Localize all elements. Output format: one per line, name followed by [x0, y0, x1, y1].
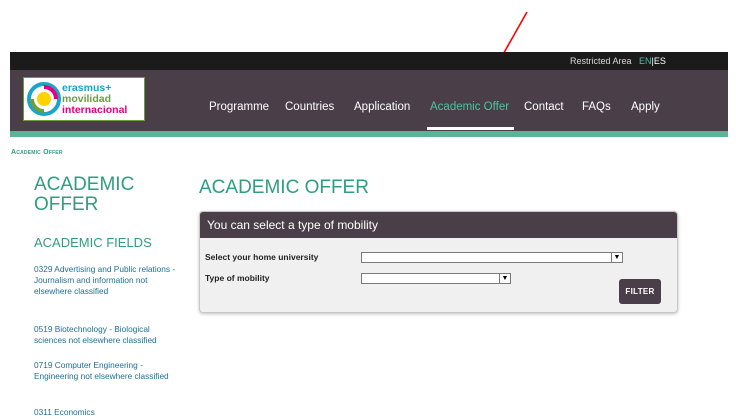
logo-line-internacional: internacional — [62, 104, 128, 116]
restricted-area-link[interactable]: Restricted Area — [570, 56, 632, 66]
page-title: ACADEMIC OFFER — [199, 177, 369, 198]
chevron-down-icon: ▼ — [611, 253, 622, 262]
site-logo[interactable]: erasmus+ movilidad internacional — [23, 77, 145, 121]
nav-faqs[interactable]: FAQs — [582, 101, 611, 113]
site-header: erasmus+ movilidad internacional Program… — [10, 70, 728, 131]
home-university-label: Select your home university — [205, 252, 319, 262]
filter-button[interactable]: FILTER — [619, 279, 661, 304]
filter-panel-title: You can select a type of mobility — [207, 218, 378, 232]
nav-contact[interactable]: Contact — [524, 101, 564, 113]
nav-application[interactable]: Application — [354, 101, 410, 113]
filter-panel-header: You can select a type of mobility — [200, 212, 677, 238]
mobility-type-select[interactable]: ▼ — [361, 273, 511, 284]
active-nav-indicator — [427, 127, 514, 130]
language-switcher: EN|ES — [639, 56, 666, 66]
nav-countries[interactable]: Countries — [285, 101, 334, 113]
sidebar-item-economics[interactable]: 0311 Economics — [34, 407, 182, 418]
breadcrumb: Academic Offer — [11, 149, 63, 156]
sidebar-item-biotechnology[interactable]: 0519 Biotechnology - Biological sciences… — [34, 324, 182, 346]
nav-programme[interactable]: Programme — [209, 101, 269, 113]
home-university-select[interactable]: ▼ — [361, 252, 623, 263]
sidebar-item-computer-engineering[interactable]: 0719 Computer Engineering - Engineering … — [34, 360, 182, 382]
header-accent-bar — [10, 131, 728, 137]
top-utility-bar: Restricted Area EN|ES — [10, 52, 728, 70]
erasmus-logo-icon — [27, 82, 61, 116]
sidebar-item-advertising[interactable]: 0329 Advertising and Public relations - … — [34, 264, 182, 297]
sidebar-title: ACADEMIC OFFER — [34, 174, 135, 215]
lang-es-link[interactable]: ES — [654, 56, 666, 66]
nav-academic-offer[interactable]: Academic Offer — [430, 101, 509, 113]
filter-panel: You can select a type of mobility Select… — [199, 211, 678, 313]
mobility-type-label: Type of mobility — [205, 273, 270, 283]
lang-en-link[interactable]: EN — [639, 56, 652, 66]
chevron-down-icon: ▼ — [499, 274, 510, 283]
sidebar-subtitle: ACADEMIC FIELDS — [34, 235, 152, 250]
nav-apply[interactable]: Apply — [631, 101, 660, 113]
